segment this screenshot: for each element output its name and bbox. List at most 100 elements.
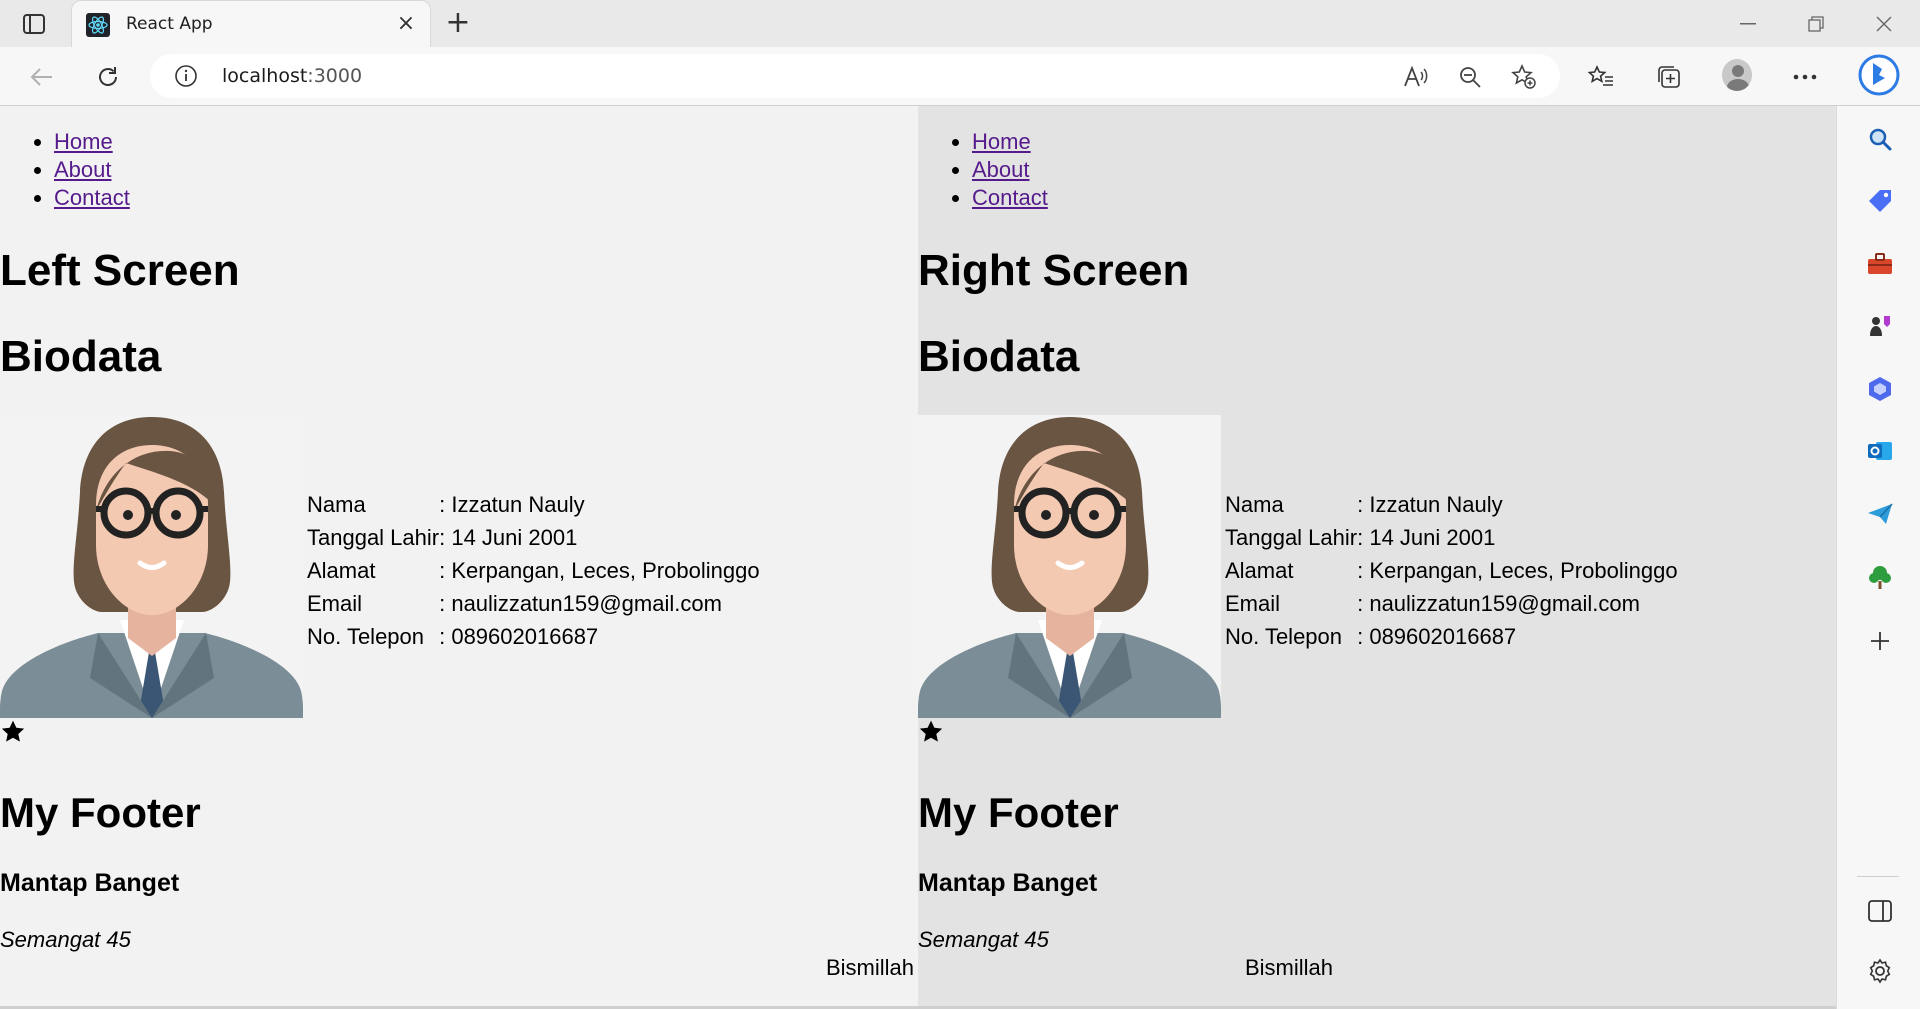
send-icon[interactable] — [1865, 499, 1895, 529]
nav-link-about[interactable]: About — [972, 157, 1030, 182]
right-screen: Home About Contact Right Screen Biodata — [918, 106, 1836, 1009]
zoom-out-icon[interactable] — [1456, 64, 1484, 90]
footer-subtitle: Mantap Banget — [0, 869, 180, 897]
nav-link-home[interactable]: Home — [54, 129, 113, 154]
url-host: localhost — [222, 65, 308, 87]
field-value: : naulizzatun159@gmail.com — [1357, 591, 1640, 616]
footer-text: Bismillah — [826, 955, 915, 980]
biodata-title: Biodata — [0, 332, 162, 381]
field-label: No. Telepon — [1225, 624, 1343, 649]
page-content: Home About Contact Left Screen Biodata — [0, 106, 1836, 1009]
nav-item: About — [54, 156, 130, 184]
more-options-icon[interactable] — [1790, 62, 1820, 92]
back-icon[interactable] — [24, 59, 60, 95]
sidebar-divider — [1857, 876, 1899, 877]
field-value: : Kerpangan, Leces, Probolinggo — [439, 558, 760, 583]
bing-copilot-icon[interactable] — [1856, 52, 1902, 98]
browser-tab[interactable]: React App × — [71, 0, 431, 48]
field-value: : Izzatun Nauly — [1357, 492, 1503, 517]
field-label: Nama — [307, 492, 366, 517]
profile-photo — [0, 415, 303, 718]
minimize-icon[interactable] — [1728, 10, 1768, 38]
settings-icon[interactable] — [1865, 956, 1895, 986]
split-screen-icon[interactable] — [1865, 896, 1895, 926]
table-row: Alamat : Kerpangan, Leces, Probolinggo — [307, 554, 760, 587]
new-tab-icon[interactable]: + — [442, 8, 474, 40]
browser-toolbar: localhost:3000 — [0, 47, 1920, 106]
footer-title: My Footer — [918, 789, 1119, 836]
read-aloud-icon[interactable] — [1402, 64, 1430, 90]
nav-item: Home — [972, 128, 1048, 156]
screen-title: Right Screen — [918, 246, 1190, 295]
add-favorite-icon[interactable] — [1510, 64, 1538, 90]
info-icon[interactable] — [174, 64, 198, 88]
field-label: Nama — [1225, 492, 1284, 517]
field-label: Email — [307, 591, 363, 616]
field-value: : Kerpangan, Leces, Probolinggo — [1357, 558, 1678, 583]
search-icon[interactable] — [1865, 124, 1895, 154]
tab-bar: React App × + — [0, 0, 1920, 48]
field-label: Tanggal Lahir — [307, 525, 440, 550]
nav-item: About — [972, 156, 1048, 184]
tag-icon[interactable] — [1865, 186, 1895, 216]
edge-sidebar — [1836, 106, 1920, 1009]
close-tab-icon[interactable]: × — [394, 12, 418, 36]
table-row: Alamat : Kerpangan, Leces, Probolinggo — [1225, 554, 1678, 587]
profile-photo — [918, 415, 1221, 718]
tab-title: React App — [126, 14, 213, 34]
nav-link-contact[interactable]: Contact — [972, 185, 1048, 210]
table-row: No. Telepon : 089602016687 — [1225, 620, 1678, 653]
profile-avatar-icon[interactable] — [1722, 59, 1752, 91]
biodata-info: Nama : Izzatun Nauly Tanggal Lahir: 14 Ju… — [307, 488, 760, 653]
url-text[interactable]: localhost:3000 — [222, 65, 362, 87]
close-window-icon[interactable] — [1864, 10, 1904, 38]
outlook-icon[interactable] — [1865, 436, 1895, 466]
refresh-icon[interactable] — [90, 59, 126, 95]
field-label: Email — [1225, 591, 1281, 616]
footer-subtitle: Mantap Banget — [918, 869, 1098, 897]
nav-link-about[interactable]: About — [54, 157, 112, 182]
footer-title: My Footer — [0, 789, 201, 836]
field-label: Alamat — [307, 558, 376, 583]
nav-item: Home — [54, 128, 130, 156]
favorites-icon[interactable] — [1586, 62, 1616, 92]
table-row: Email : naulizzatun159@gmail.com — [1225, 587, 1678, 620]
nav-item: Contact — [972, 184, 1048, 212]
field-label: Alamat — [1225, 558, 1294, 583]
nav-link-home[interactable]: Home — [972, 129, 1031, 154]
tab-actions-icon[interactable] — [20, 11, 48, 37]
table-row: No. Telepon: 089602016687 — [307, 620, 760, 653]
office-icon[interactable] — [1865, 374, 1895, 404]
restore-icon[interactable] — [1796, 10, 1836, 38]
footer-italic-text: Semangat 45 — [918, 927, 1049, 952]
tree-icon[interactable] — [1865, 562, 1895, 592]
biodata-table: Nama : Izzatun Nauly Tanggal Lahir: 14 Ju… — [307, 488, 760, 653]
footer-text: Bismillah — [1245, 955, 1334, 980]
address-bar[interactable]: localhost:3000 — [150, 54, 1560, 98]
react-icon — [86, 13, 110, 37]
screen-title: Left Screen — [0, 246, 240, 295]
nav-menu: Home About Contact — [54, 128, 130, 212]
field-value: : 14 Juni 2001 — [439, 525, 578, 550]
table-row: Email : naulizzatun159@gmail.com — [307, 587, 760, 620]
field-value: : 14 Juni 2001 — [1357, 525, 1496, 550]
table-row: Tanggal Lahir: 14 Juni 2001 — [307, 521, 760, 554]
nav-link-contact[interactable]: Contact — [54, 185, 130, 210]
star-icon — [0, 719, 26, 745]
field-value: : Izzatun Nauly — [439, 492, 585, 517]
footer-italic-text: Semangat 45 — [0, 927, 131, 952]
table-row: Tanggal Lahir: 14 Juni 2001 — [1225, 521, 1678, 554]
nav-item: Contact — [54, 184, 130, 212]
field-value: : naulizzatun159@gmail.com — [439, 591, 722, 616]
games-icon[interactable] — [1865, 311, 1895, 341]
biodata-title: Biodata — [918, 332, 1080, 381]
left-screen: Home About Contact Left Screen Biodata — [0, 106, 918, 1009]
field-label: No. Telepon — [307, 624, 425, 649]
url-port: :3000 — [307, 65, 363, 87]
toolbox-icon[interactable] — [1865, 249, 1895, 279]
add-icon[interactable] — [1865, 626, 1895, 656]
nav-menu: Home About Contact — [972, 128, 1048, 212]
field-value: : 089602016687 — [1357, 624, 1517, 649]
biodata-table: Nama : Izzatun Nauly Tanggal Lahir: 14 Ju… — [1225, 488, 1678, 653]
collections-icon[interactable] — [1654, 62, 1684, 92]
